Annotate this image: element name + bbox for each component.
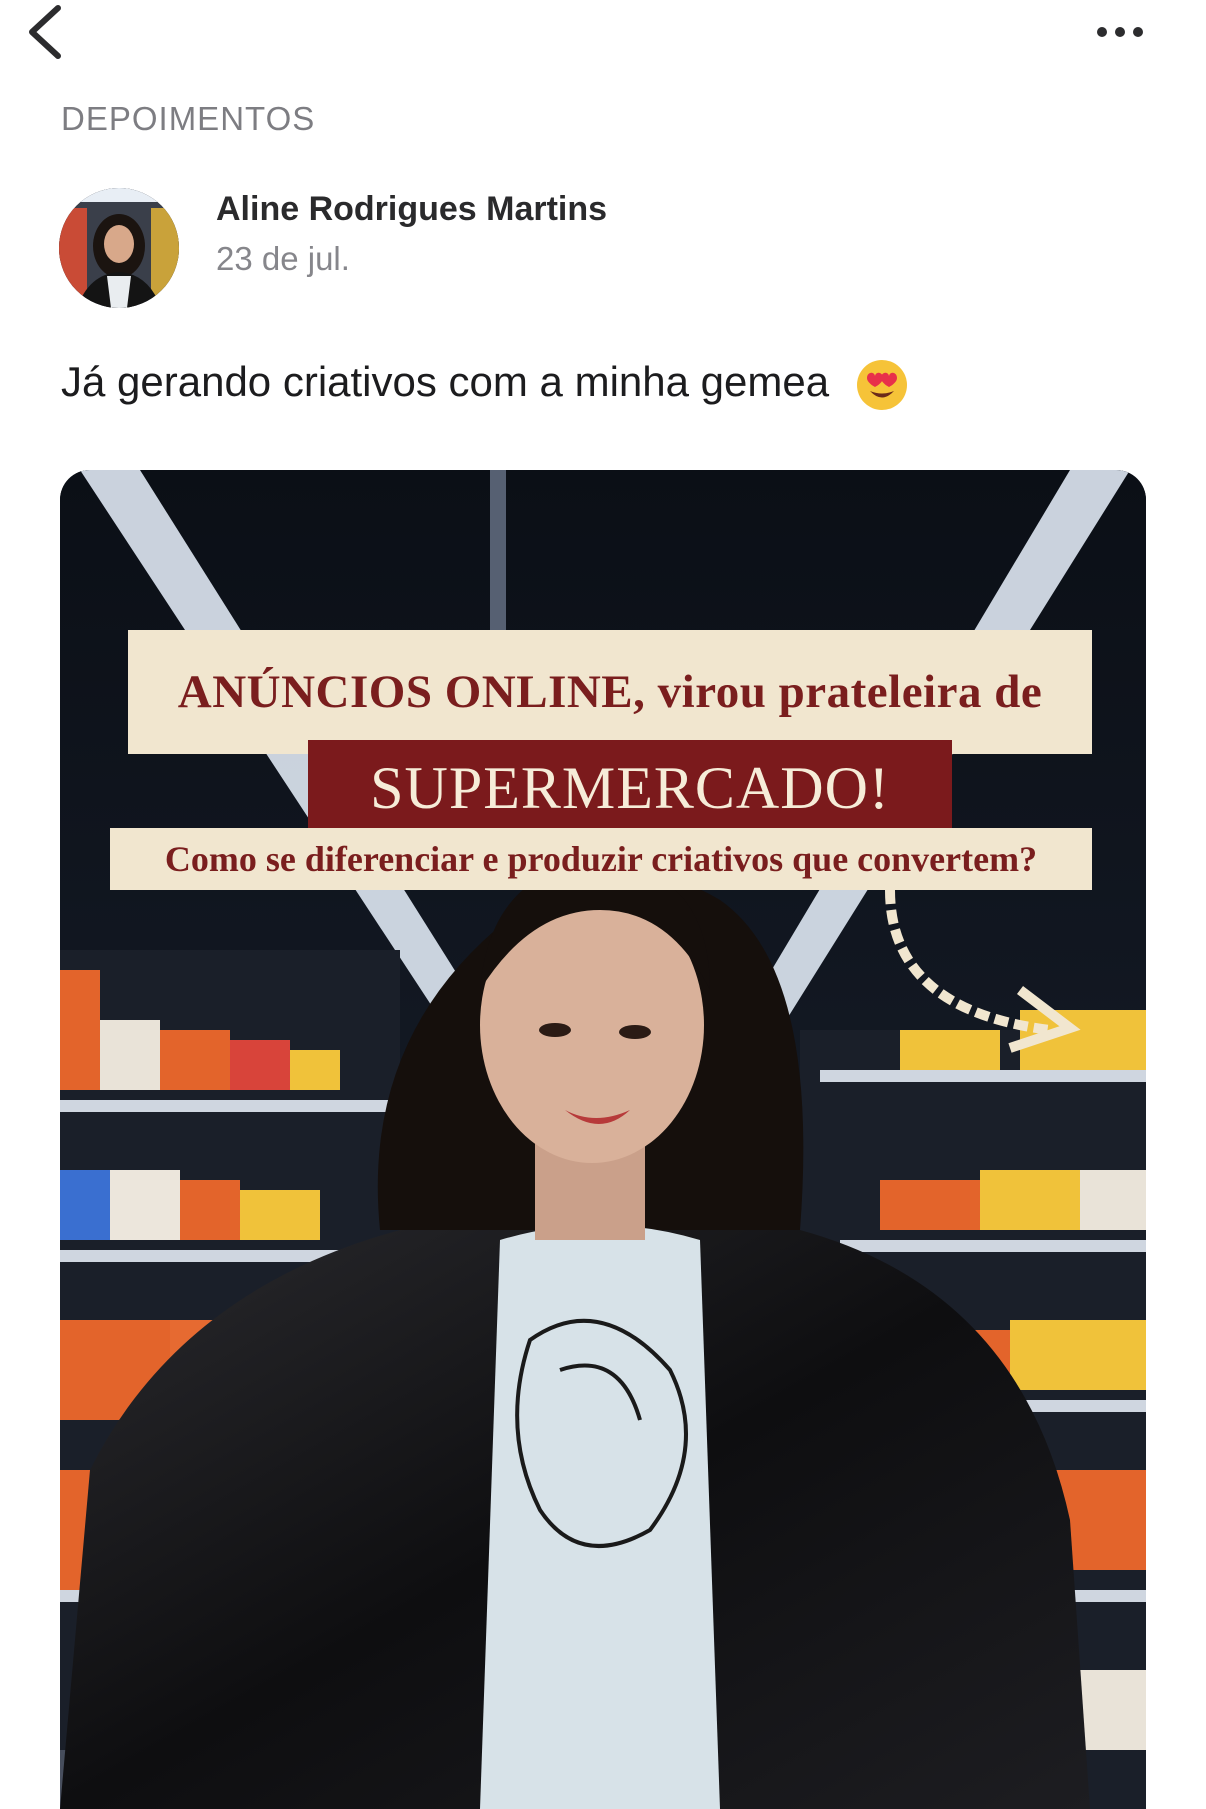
author-name[interactable]: Aline Rodrigues Martins [216, 190, 607, 229]
post-date: 23 de jul. [216, 240, 350, 277]
avatar[interactable] [59, 188, 179, 308]
avatar-photo [59, 188, 179, 308]
top-bar [0, 0, 1206, 70]
back-button[interactable] [22, 0, 72, 66]
post-text-content: Já gerando criativos com a minha gemea [61, 358, 830, 406]
heart-eyes-emoji-icon [856, 360, 907, 410]
headline-banner-2: SUPERMERCADO! [308, 740, 952, 836]
post-text: Já gerando criativos com a minha gemea [61, 358, 909, 412]
headline-banner-3: Como se diferenciar e produzir criativos… [110, 828, 1092, 890]
headline-banner-1: ANÚNCIOS ONLINE, virou prateleira de [128, 630, 1092, 754]
chevron-left-icon [29, 5, 61, 59]
post-image[interactable]: ANÚNCIOS ONLINE, virou prateleira de SUP… [60, 470, 1146, 1809]
ellipsis-icon [1097, 27, 1143, 37]
more-options-button[interactable] [1090, 18, 1150, 48]
section-label: DEPOIMENTOS [61, 100, 316, 137]
